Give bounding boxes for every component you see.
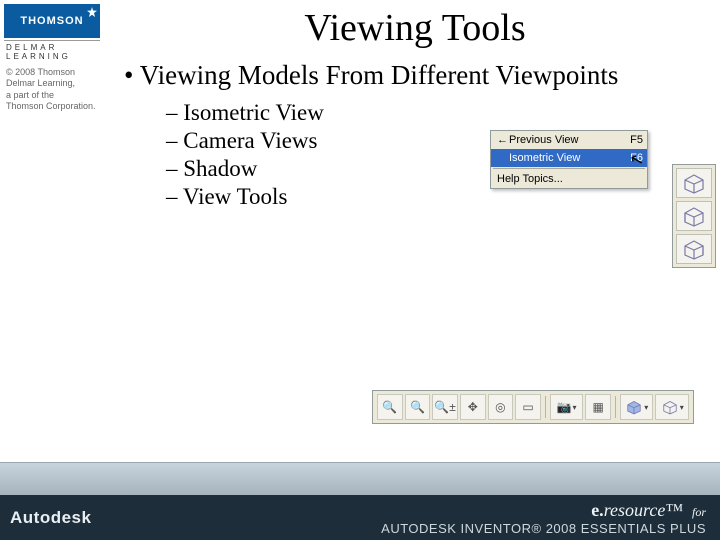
context-menu-item-help[interactable]: Help Topics... <box>491 170 647 188</box>
star-icon <box>87 7 97 17</box>
eresource-brand: e.resource™ for <box>591 499 706 522</box>
tool-camera[interactable]: 📷▾ <box>550 394 584 420</box>
palette-button-iso-front[interactable] <box>676 201 712 231</box>
divider <box>4 40 100 41</box>
eresource-rest: resource <box>604 500 666 520</box>
footer-gradient-bar <box>0 462 720 495</box>
look-at-icon: ▭ <box>522 400 533 414</box>
context-menu-item-isometric-view[interactable]: Isometric View F6 <box>491 149 647 167</box>
tool-pan[interactable]: ✥ <box>460 394 486 420</box>
copyright-block: © 2008 Thomson Delmar Learning, a part o… <box>6 67 104 112</box>
arrow-left-icon: ← <box>497 134 509 146</box>
copyright-line: © 2008 Thomson <box>6 67 104 78</box>
tool-rotate[interactable]: ◎ <box>488 394 514 420</box>
cube-shadow-icon <box>661 399 679 415</box>
slide-title: Viewing Tools <box>110 6 720 50</box>
cube-icon <box>681 238 707 260</box>
camera-icon: 📷 <box>557 400 572 414</box>
orbit-icon: ◎ <box>495 400 505 414</box>
eresource-for: for <box>692 505 706 519</box>
tool-zoom-all[interactable]: 🔍 <box>405 394 431 420</box>
autodesk-logo-text: Autodesk <box>10 508 91 528</box>
palette-button-iso-top[interactable] <box>676 168 712 198</box>
chevron-down-icon: ▾ <box>680 403 684 412</box>
view-toolbar: 🔍 🔍 🔍± ✥ ◎ ▭ 📷▾ ▦ ▾ ▾ <box>372 390 694 424</box>
main-bullet: Viewing Models From Different Viewpoints <box>118 60 720 92</box>
cube-icon <box>681 172 707 194</box>
copyright-line: a part of the <box>6 90 104 101</box>
tool-display-mode[interactable]: ▦ <box>585 394 611 420</box>
footer-dark-bar: Autodesk e.resource™ for AUTODESK INVENT… <box>0 495 720 540</box>
footer: Autodesk e.resource™ for AUTODESK INVENT… <box>0 462 720 540</box>
tool-look-at[interactable]: ▭ <box>515 394 541 420</box>
context-menu-item-previous-view[interactable]: ←Previous View F5 <box>491 131 647 149</box>
view-palette-wireframe <box>672 164 716 268</box>
copyright-line: Thomson Corporation. <box>6 101 104 112</box>
divider <box>493 168 645 169</box>
palette-button-iso-side[interactable] <box>676 234 712 264</box>
pan-icon: ✥ <box>468 400 478 414</box>
cube-icon <box>681 205 707 227</box>
magnifier-plus-minus-icon: 🔍± <box>434 400 456 414</box>
tool-shaded[interactable]: ▾ <box>620 394 654 420</box>
context-menu: ←Previous View F5 Isometric View F6 Help… <box>490 130 648 189</box>
context-menu-label: Help Topics... <box>497 173 563 185</box>
tm-mark: ™ <box>665 500 683 520</box>
magnifier-icon: 🔍 <box>410 400 425 414</box>
copyright-line: Delmar Learning, <box>6 78 104 89</box>
product-line: AUTODESK INVENTOR® 2008 ESSENTIALS PLUS <box>381 521 706 537</box>
eresource-e: e. <box>591 500 604 520</box>
grid-icon: ▦ <box>592 400 603 414</box>
magnifier-icon: 🔍 <box>382 400 397 414</box>
tool-shadow[interactable]: ▾ <box>655 394 689 420</box>
divider <box>615 396 616 418</box>
tool-zoom-in-out[interactable]: 🔍± <box>432 394 458 420</box>
thomson-logo-text: THOMSON <box>20 15 83 27</box>
divider <box>545 396 546 418</box>
slide-content: Viewing Tools Viewing Models From Differ… <box>110 0 720 462</box>
chevron-down-icon: ▾ <box>573 403 577 412</box>
delmar-sub-brand: DELMAR LEARNING <box>6 43 104 61</box>
sub-bullet: Isometric View <box>166 100 720 126</box>
context-menu-shortcut: F5 <box>630 134 643 146</box>
context-menu-label: Previous View <box>509 134 579 146</box>
cube-icon <box>625 399 643 415</box>
left-copyright-strip: THOMSON DELMAR LEARNING © 2008 Thomson D… <box>0 0 104 540</box>
chevron-down-icon: ▾ <box>644 403 648 412</box>
tool-zoom-window[interactable]: 🔍 <box>377 394 403 420</box>
context-menu-label: Isometric View <box>509 152 580 164</box>
thomson-logo: THOMSON <box>4 4 100 38</box>
